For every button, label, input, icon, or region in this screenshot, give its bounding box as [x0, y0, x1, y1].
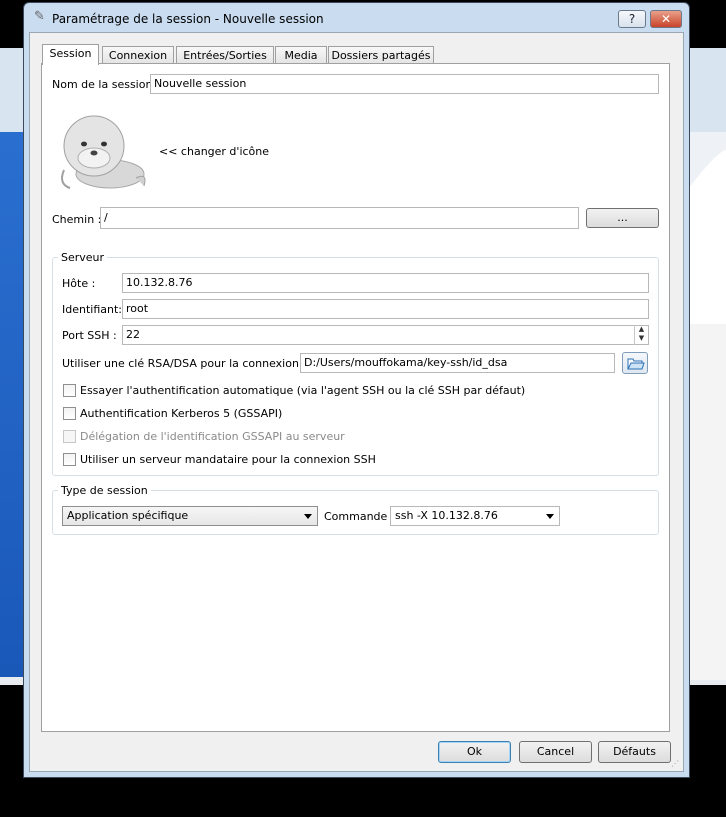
tab-dossiers-partages[interactable]: Dossiers partagés	[328, 46, 434, 64]
gssapi-delegation-label: Délégation de l'identification GSSAPI au…	[80, 430, 345, 443]
desktop-background-window-right-lower	[686, 324, 726, 680]
server-group-title: Serveur	[58, 251, 108, 264]
defaults-button[interactable]: Défauts	[598, 741, 671, 763]
gssapi-delegation-checkbox	[63, 430, 76, 443]
tab-entrees-sorties[interactable]: Entrées/Sorties	[176, 46, 274, 64]
ssh-port-input[interactable]: 22	[122, 325, 649, 345]
ssh-key-browse-button[interactable]	[622, 352, 648, 374]
resize-grip-icon[interactable]: ⋰	[671, 759, 681, 769]
session-name-label: Nom de la session :	[52, 78, 160, 91]
background-swoosh	[686, 150, 726, 324]
dialog-client-area: Session Connexion Entrées/Sorties Media …	[29, 32, 684, 772]
ok-button[interactable]: Ok	[438, 741, 511, 763]
ssh-port-label: Port SSH :	[62, 329, 117, 342]
tab-session[interactable]: Session	[42, 44, 99, 65]
chevron-down-icon	[304, 514, 312, 519]
session-type-select[interactable]: Application spécifique	[62, 506, 318, 526]
session-settings-dialog: ✎ Paramétrage de la session - Nouvelle s…	[23, 2, 690, 778]
kerberos-checkbox[interactable]	[63, 407, 76, 420]
spin-up-icon[interactable]: ▲	[635, 325, 648, 334]
login-input[interactable]: root	[122, 299, 649, 319]
spin-down-icon[interactable]: ▼	[635, 334, 648, 343]
close-button[interactable]: ✕	[650, 10, 682, 28]
folder-open-icon	[627, 358, 645, 370]
title-bar[interactable]: ✎ Paramétrage de la session - Nouvelle s…	[24, 3, 689, 33]
ssh-key-input[interactable]: D:/Users/mouffokama/key-ssh/id_dsa	[300, 353, 615, 373]
login-label: Identifiant:	[62, 303, 122, 316]
kerberos-label[interactable]: Authentification Kerberos 5 (GSSAPI)	[80, 407, 282, 420]
command-label: Commande :	[324, 510, 395, 523]
ssh-key-label: Utiliser une clé RSA/DSA pour la connexi…	[62, 357, 332, 370]
auto-auth-checkbox[interactable]	[63, 384, 76, 397]
seal-icon[interactable]	[54, 108, 150, 194]
help-button[interactable]: ?	[618, 10, 646, 28]
dialog-title: Paramétrage de la session - Nouvelle ses…	[52, 12, 324, 26]
session-type-group-title: Type de session	[58, 484, 151, 497]
chevron-down-icon	[546, 514, 554, 519]
path-label: Chemin :	[52, 213, 102, 226]
change-icon-link[interactable]: << changer d'icône	[159, 145, 269, 158]
browse-path-button[interactable]: ...	[586, 208, 659, 228]
path-input[interactable]: /	[100, 207, 579, 229]
host-label: Hôte :	[62, 277, 96, 290]
proxy-label[interactable]: Utiliser un serveur mandataire pour la c…	[80, 453, 376, 466]
desktop-background-window-right	[686, 132, 726, 324]
proxy-checkbox[interactable]	[63, 453, 76, 466]
host-input[interactable]: 10.132.8.76	[122, 273, 649, 293]
cancel-button[interactable]: Cancel	[519, 741, 592, 763]
ssh-port-value: 22	[126, 328, 140, 341]
tab-media[interactable]: Media	[275, 46, 327, 64]
tab-connexion[interactable]: Connexion	[102, 46, 174, 64]
session-type-value: Application spécifique	[67, 509, 189, 522]
session-name-input[interactable]: Nouvelle session	[150, 74, 659, 94]
command-select[interactable]: ssh -X 10.132.8.76	[390, 506, 560, 526]
pencil-icon: ✎	[34, 9, 45, 24]
auto-auth-label[interactable]: Essayer l'authentification automatique (…	[80, 384, 525, 397]
session-tab-panel: Nom de la session : Nouvelle session << …	[41, 63, 670, 732]
command-value: ssh -X 10.132.8.76	[395, 509, 498, 522]
ssh-port-spinner[interactable]: ▲ ▼	[634, 325, 648, 345]
